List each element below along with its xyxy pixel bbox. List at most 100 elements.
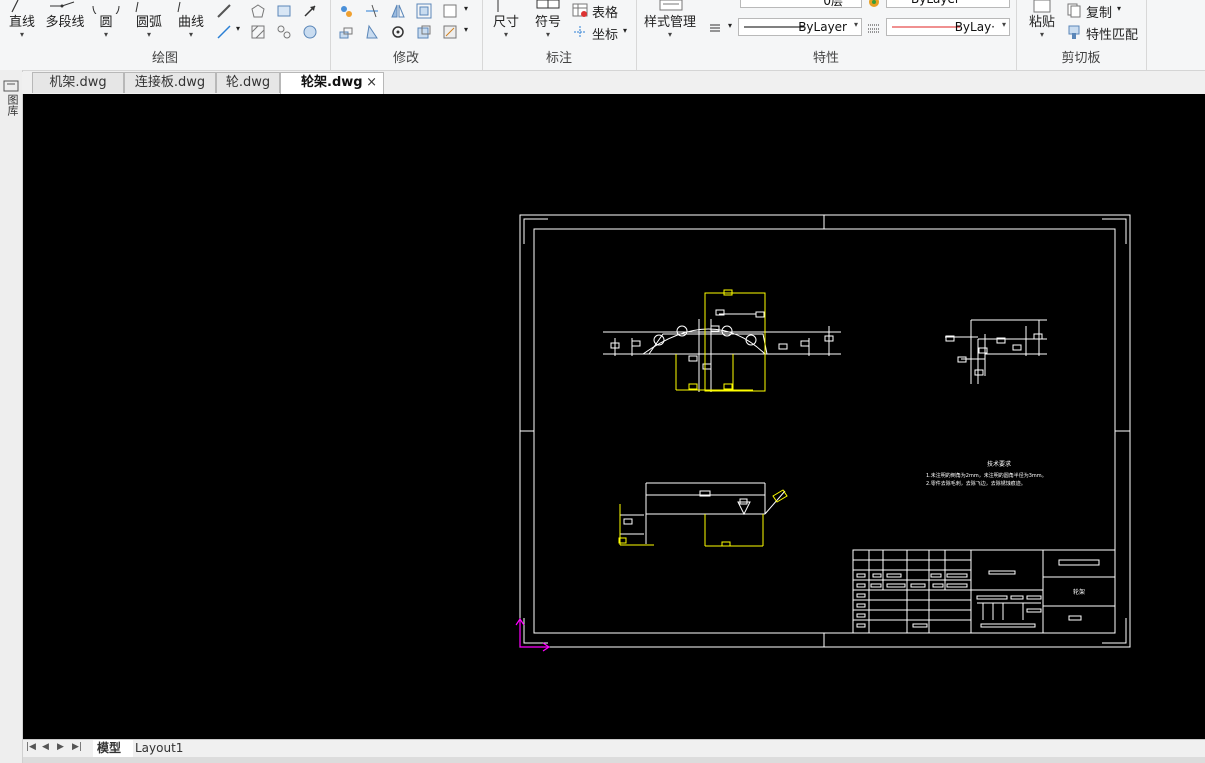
annotate-panel-title: 标注 — [545, 51, 572, 66]
tab-lunjia[interactable]: 轮架.dwg × — [280, 72, 384, 94]
hatch-icon[interactable] — [250, 24, 266, 40]
document-tab-bar: 机架.dwg 连接板.dwg 轮.dwg 轮架.dwg × — [22, 72, 1205, 94]
dimension-button[interactable]: 尺寸 ▾ — [488, 0, 524, 46]
explode-icon[interactable] — [442, 24, 458, 40]
mirror-icon[interactable] — [390, 3, 406, 19]
color-wheel-icon[interactable] — [866, 0, 882, 10]
copy-label[interactable]: 复制 — [1086, 2, 1112, 21]
pencil-icon[interactable] — [216, 3, 232, 19]
dimension-icon — [497, 0, 499, 12]
annotate-panel: 尺寸 ▾ 符号 ▾ 表格 坐标 ▾ 标注 — [482, 0, 637, 70]
notes-line-1: 1.未注明的倒角为2mm，未注明的圆角半径为3mm。 — [926, 472, 1047, 479]
chevron-down-icon: ▾ — [854, 0, 858, 1]
symbol-button[interactable]: 符号 ▾ — [530, 0, 566, 46]
match-properties-icon[interactable] — [1066, 24, 1082, 40]
drawing-svg: 技术要求 1.未注明的倒角为2mm，未注明的圆角半径为3mm。 2.零件去除毛刺… — [515, 214, 1131, 652]
polyline-button[interactable]: 多段线 — [42, 0, 88, 46]
left-tool-strip: 图库 — [0, 70, 23, 763]
construction-line-icon[interactable] — [216, 24, 232, 40]
chevron-down-icon: ▾ — [503, 30, 508, 39]
draw-panel: 直线 ▾ 多段线 圆 ▾ 圆弧 ▾ 曲线 ▾ ▾ 绘图 — [0, 0, 331, 70]
clipboard-panel-title: 剪切板 — [1061, 51, 1101, 66]
spline-icon[interactable] — [276, 24, 292, 40]
prev-layout-icon[interactable]: ◀ — [42, 742, 49, 752]
coordinate-label[interactable]: 坐标 — [592, 24, 618, 43]
curve-icon — [177, 1, 181, 13]
chevron-down-icon: ▾ — [146, 30, 151, 39]
stretch-icon[interactable] — [364, 24, 380, 40]
properties-panel: 样式管理 ▾ 0层 ▾ ByLayer ▾ ByLayer ▾ ByLay· ▾… — [636, 0, 1017, 70]
tab-lun[interactable]: 轮.dwg — [216, 72, 280, 93]
chevron-down-icon[interactable]: ▾ — [623, 26, 627, 35]
linetype-combo[interactable]: ByLayer ▾ — [738, 18, 862, 36]
tab-layout1[interactable]: Layout1 — [135, 740, 189, 757]
circle-button[interactable]: 圆 ▾ — [90, 0, 122, 46]
modify-panel-title: 修改 — [392, 51, 419, 66]
next-layout-icon[interactable]: ▶ — [57, 742, 64, 752]
clipboard-panel: 粘贴 ▾ 复制 ▾ 特性匹配 剪切板 — [1016, 0, 1147, 70]
chevron-down-icon[interactable]: ▾ — [464, 25, 468, 34]
sheet-inner-border — [533, 228, 1116, 634]
style-manager-button[interactable]: 样式管理 ▾ — [642, 0, 698, 46]
rectangle-icon[interactable] — [276, 3, 292, 19]
lineweight-icon[interactable] — [708, 20, 724, 36]
tab-model[interactable]: 模型 — [93, 740, 133, 757]
paste-button[interactable]: 粘贴 ▾ — [1022, 0, 1062, 46]
array-icon[interactable] — [442, 3, 458, 19]
table-icon[interactable] — [572, 2, 588, 18]
copy-object-icon[interactable] — [338, 24, 354, 40]
rotate-icon[interactable] — [390, 24, 406, 40]
curve-button[interactable]: 曲线 ▾ — [172, 0, 210, 46]
line-icon — [11, 0, 19, 13]
coordinate-icon[interactable] — [572, 24, 588, 40]
table-label[interactable]: 表格 — [592, 2, 618, 21]
arc-button[interactable]: 圆弧 ▾ — [130, 0, 168, 46]
chevron-down-icon[interactable]: ▾ — [236, 24, 240, 33]
side-view — [945, 319, 1047, 384]
notes-title: 技术要求 — [987, 460, 1011, 468]
polyline-icon — [50, 1, 75, 8]
drawing-canvas[interactable]: 技术要求 1.未注明的倒角为2mm，未注明的圆角半径为3mm。 2.零件去除毛刺… — [23, 94, 1205, 740]
notes-line-2: 2.零件去除毛刺，去除飞边，去除锈蚀痕迹。 — [926, 480, 1026, 487]
arrow-icon[interactable] — [302, 3, 318, 19]
chevron-down-icon: ▾ — [19, 30, 24, 39]
first-layout-icon[interactable]: |◀ — [26, 742, 36, 752]
match-properties-label[interactable]: 特性匹配 — [1086, 24, 1138, 43]
chevron-down-icon: ▾ — [853, 20, 858, 29]
copy-icon[interactable] — [1066, 2, 1082, 18]
library-icon[interactable] — [3, 80, 19, 92]
move-icon[interactable] — [338, 3, 354, 19]
polygon-icon[interactable] — [250, 3, 266, 19]
ucs-icon — [515, 617, 551, 652]
last-layout-icon[interactable]: ▶| — [72, 742, 82, 752]
tab-lianjieban[interactable]: 连接板.dwg — [124, 72, 216, 93]
symbol-icon — [536, 0, 560, 9]
chevron-down-icon[interactable]: ▾ — [464, 4, 468, 13]
close-icon[interactable]: × — [366, 73, 377, 93]
offset-icon[interactable] — [416, 3, 432, 19]
chevron-down-icon: ▾ — [545, 30, 550, 39]
library-label[interactable]: 图库 — [4, 94, 19, 116]
technical-notes: 技术要求 1.未注明的倒角为2mm，未注明的圆角半径为3mm。 2.零件去除毛刺… — [926, 460, 1047, 487]
chevron-down-icon: ▾ — [667, 30, 672, 39]
layer-combo[interactable]: 0层 ▾ — [740, 0, 862, 8]
sheet-outer-border — [519, 214, 1131, 648]
chevron-down-icon[interactable]: ▾ — [728, 21, 732, 30]
arc-icon — [135, 1, 139, 13]
properties-panel-title: 特性 — [812, 51, 839, 66]
region-icon[interactable] — [302, 24, 318, 40]
layout-tab-bar: |◀ ◀ ▶ ▶| 模型 Layout1 — [23, 739, 1205, 758]
chevron-down-icon: ▾ — [188, 30, 193, 39]
scale-icon[interactable] — [416, 24, 432, 40]
front-view — [603, 289, 841, 392]
trim-icon[interactable] — [364, 3, 380, 19]
line-button[interactable]: 直线 ▾ — [4, 0, 40, 46]
linestyle-icon[interactable] — [866, 20, 882, 36]
color-combo[interactable]: ByLayer — [886, 0, 1010, 8]
chevron-down-icon[interactable]: ▾ — [1117, 4, 1121, 13]
modify-panel: ▾ ▾ 修改 — [330, 0, 483, 70]
style-manager-icon — [659, 0, 683, 11]
tab-jijia[interactable]: 机架.dwg — [32, 72, 124, 93]
chevron-down-icon: ▾ — [1039, 30, 1044, 39]
color-line-combo[interactable]: ByLay· ▾ — [886, 18, 1010, 36]
